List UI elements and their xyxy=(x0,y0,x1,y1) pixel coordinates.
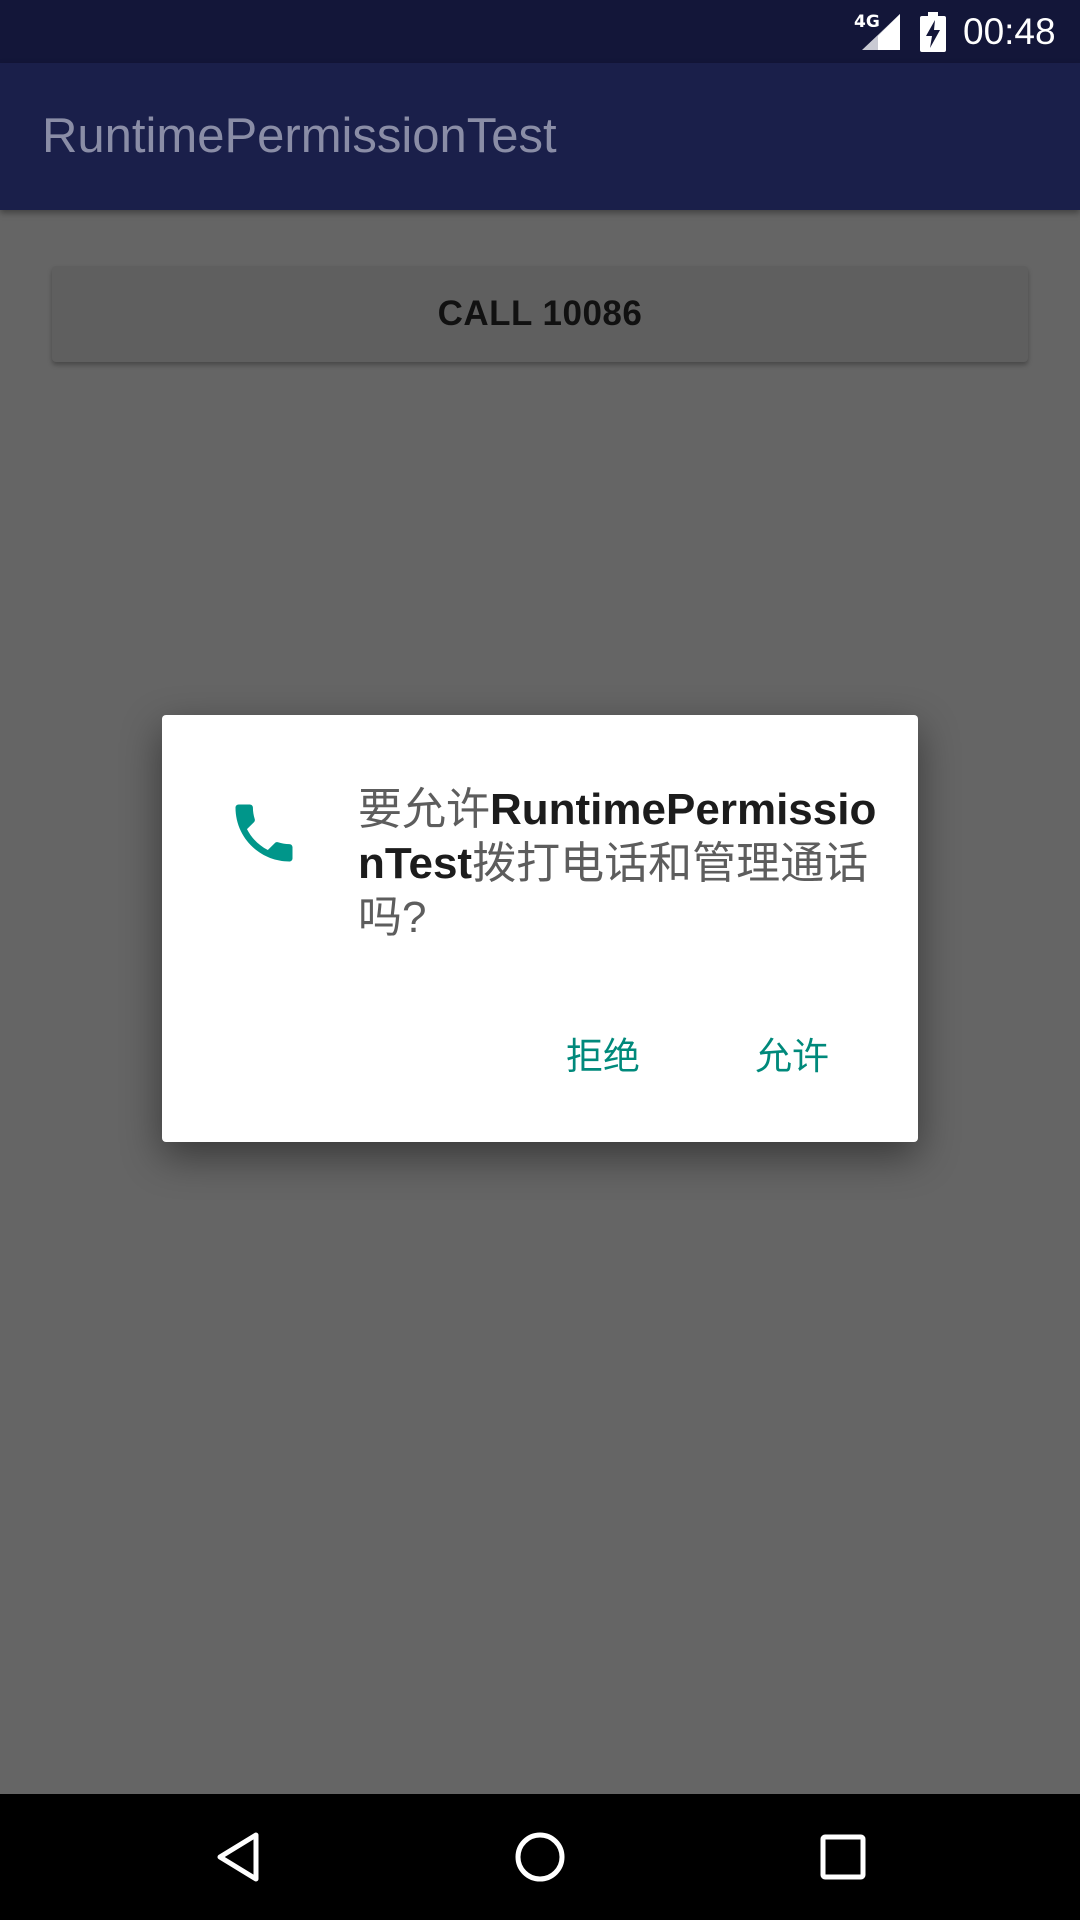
message-prefix: 要允许 xyxy=(358,785,490,834)
clock: 00:48 xyxy=(963,11,1056,52)
app-title: RuntimePermissionTest xyxy=(42,109,557,163)
back-icon[interactable] xyxy=(208,1827,268,1887)
app-bar: RuntimePermissionTest xyxy=(0,63,1080,210)
permission-dialog: 要允许RuntimePermissionTest拨打电话和管理通话吗? 拒绝 允… xyxy=(162,715,918,1142)
call-button[interactable]: CALL 10086 xyxy=(52,266,1028,362)
signal-icon xyxy=(862,14,900,50)
deny-button[interactable]: 拒绝 xyxy=(560,1021,646,1085)
home-icon[interactable] xyxy=(510,1827,570,1887)
battery-charging-icon xyxy=(920,12,946,52)
permission-message: 要允许RuntimePermissionTest拨打电话和管理通话吗? xyxy=(358,783,878,945)
recents-icon[interactable] xyxy=(813,1827,873,1887)
status-bar: 4G 00:48 xyxy=(0,0,1080,63)
allow-button[interactable]: 允许 xyxy=(749,1021,835,1085)
navigation-bar xyxy=(0,1794,1080,1920)
phone-icon xyxy=(235,804,293,862)
